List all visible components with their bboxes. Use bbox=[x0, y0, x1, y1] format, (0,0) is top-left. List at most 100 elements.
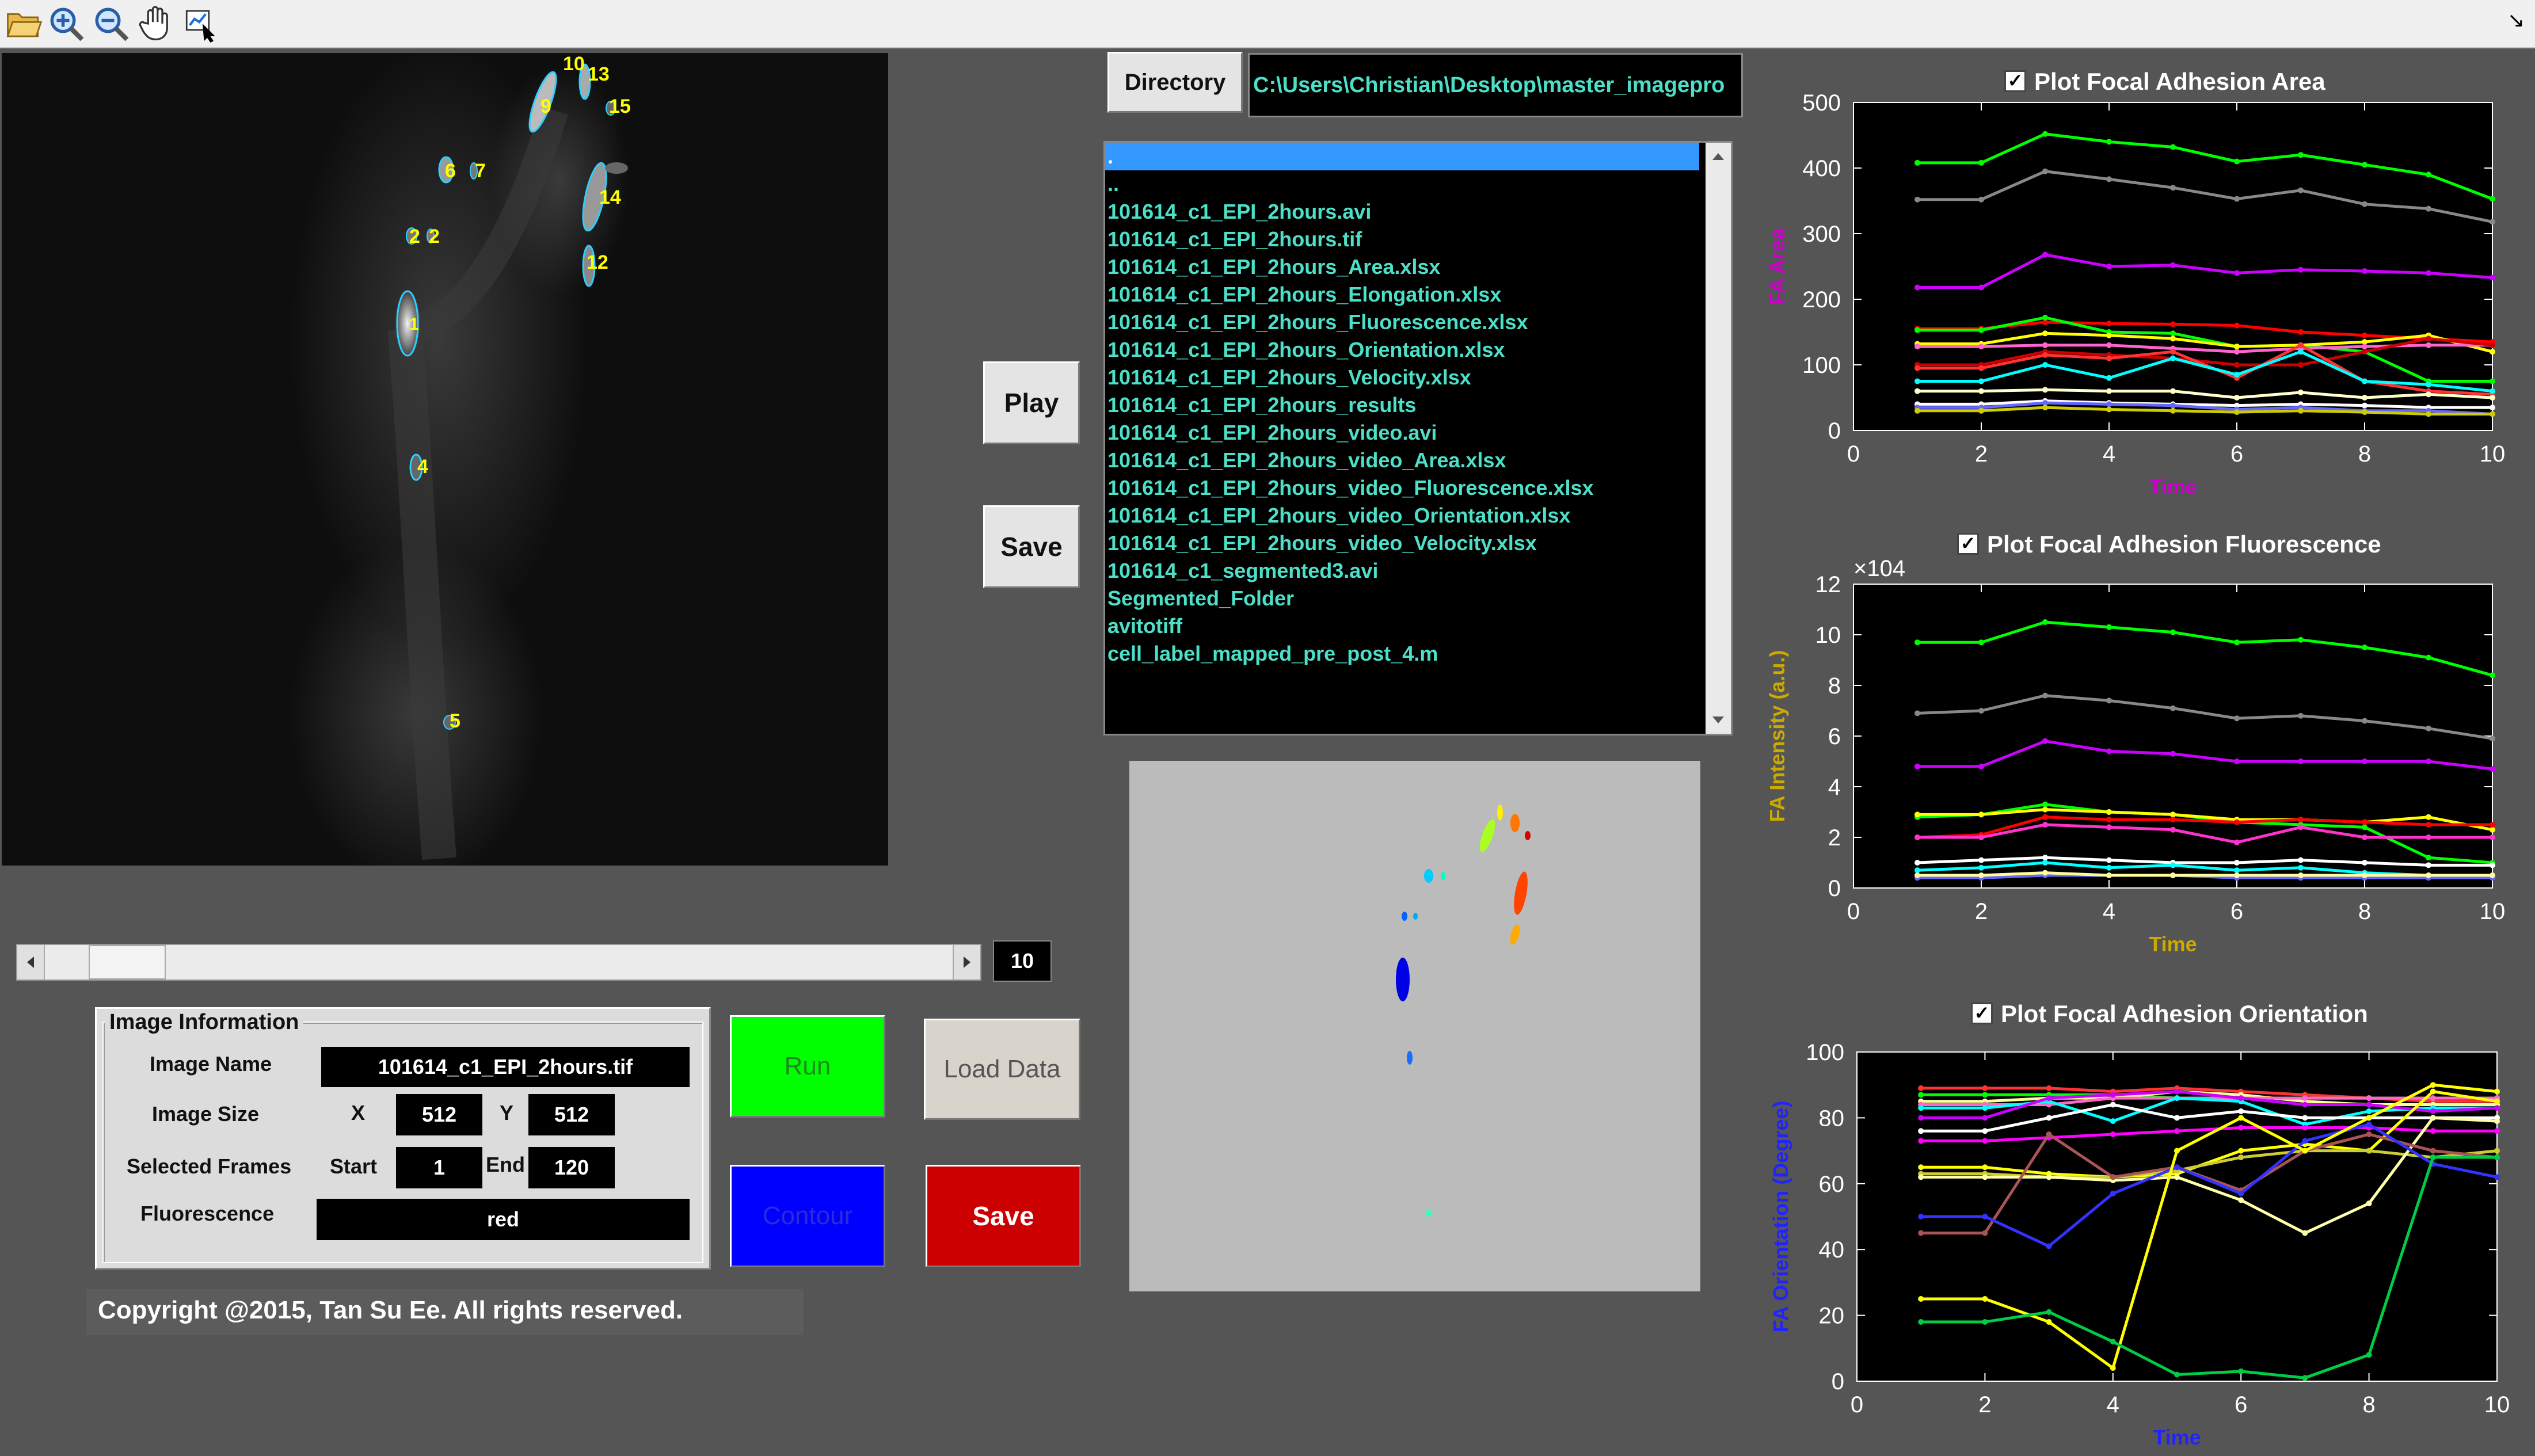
data-point bbox=[2234, 322, 2240, 329]
data-point bbox=[1918, 1319, 1924, 1325]
data-point bbox=[2366, 1121, 2372, 1127]
frame-number-field[interactable]: 10 bbox=[993, 940, 1052, 982]
data-point bbox=[2490, 405, 2495, 411]
data-point bbox=[2298, 407, 2304, 414]
directory-button[interactable]: Directory bbox=[1107, 52, 1243, 113]
contour-button[interactable]: Contour bbox=[730, 1165, 885, 1267]
data-point bbox=[2362, 402, 2367, 409]
data-point bbox=[2042, 168, 2048, 174]
data-point bbox=[2490, 862, 2495, 868]
save-video-button[interactable]: Save bbox=[983, 505, 1080, 588]
y-size-field[interactable]: 512 bbox=[528, 1094, 615, 1135]
data-point bbox=[2170, 321, 2176, 327]
file-listbox[interactable]: . .. 101614_c1_EPI_2hours.avi 101614_c1_… bbox=[1103, 141, 1733, 735]
directory-path-field[interactable]: C:\Users\Christian\Desktop\master_imagep… bbox=[1248, 53, 1743, 117]
list-item[interactable]: 101614_c1_EPI_2hours_Elongation.xlsx bbox=[1105, 281, 1731, 308]
list-item[interactable]: cell_label_mapped_pre_post_4.m bbox=[1105, 640, 1731, 668]
data-point bbox=[1918, 1164, 1924, 1171]
end-frame-field[interactable]: 120 bbox=[528, 1147, 615, 1188]
fluorescence-field[interactable]: red bbox=[317, 1199, 690, 1240]
data-point bbox=[1918, 1138, 1924, 1144]
microscopy-image: 10 13 9 15 6 7 14 2 2 12 1 4 5 bbox=[2, 53, 888, 866]
area-plot-checkbox[interactable]: ✓ bbox=[2004, 70, 2026, 92]
list-item[interactable]: 101614_c1_EPI_2hours_Area.xlsx bbox=[1105, 253, 1731, 281]
x-size-field[interactable]: 512 bbox=[396, 1094, 482, 1135]
x-label: X bbox=[351, 1101, 366, 1125]
list-item[interactable]: 101614_c1_EPI_2hours_results bbox=[1105, 391, 1731, 419]
fa-label: 7 bbox=[475, 160, 486, 182]
data-point bbox=[2490, 196, 2495, 202]
list-item[interactable]: 101614_c1_EPI_2hours_video_Velocity.xlsx bbox=[1105, 529, 1731, 557]
data-point bbox=[2234, 270, 2240, 276]
data-point bbox=[1918, 1092, 1924, 1098]
list-item[interactable]: . bbox=[1105, 143, 1699, 170]
chevron-up-icon[interactable] bbox=[1711, 151, 1725, 161]
data-point bbox=[2490, 349, 2495, 355]
fluorescence-plot-checkbox[interactable]: ✓ bbox=[1957, 532, 1979, 555]
list-item[interactable]: 101614_c1_segmented3.avi bbox=[1105, 557, 1731, 585]
list-item[interactable]: 101614_c1_EPI_2hours.tif bbox=[1105, 226, 1731, 253]
data-point bbox=[2298, 864, 2304, 871]
data-point bbox=[1914, 388, 1920, 394]
list-item[interactable]: avitotiff bbox=[1105, 612, 1731, 640]
data-point bbox=[2106, 375, 2112, 381]
data-point bbox=[2362, 344, 2367, 350]
load-data-button[interactable]: Load Data bbox=[924, 1019, 1080, 1120]
data-point bbox=[2042, 330, 2048, 337]
list-item[interactable]: 101614_c1_EPI_2hours.avi bbox=[1105, 198, 1731, 226]
data-point bbox=[2170, 811, 2176, 818]
list-item[interactable]: Segmented_Folder bbox=[1105, 585, 1731, 612]
panel-title: Image Information bbox=[105, 1010, 304, 1035]
pan-hand-icon[interactable] bbox=[137, 5, 175, 43]
slider-thumb[interactable] bbox=[89, 945, 166, 979]
fa-label: 5 bbox=[450, 710, 460, 732]
segment-blob bbox=[1525, 831, 1531, 840]
orientation-plot-checkbox[interactable]: ✓ bbox=[1971, 1002, 1993, 1024]
data-point bbox=[2170, 336, 2176, 342]
data-point bbox=[2298, 349, 2304, 355]
image-name-field[interactable]: 101614_c1_EPI_2hours.tif bbox=[321, 1047, 690, 1087]
save-results-button[interactable]: Save bbox=[926, 1165, 1081, 1267]
data-point bbox=[1918, 1230, 1924, 1236]
data-point bbox=[2298, 266, 2304, 273]
data-point bbox=[1978, 196, 1984, 203]
slider-right-arrow[interactable] bbox=[953, 945, 980, 979]
data-cursor-icon[interactable] bbox=[182, 5, 220, 43]
fa-label: 15 bbox=[609, 96, 631, 117]
fa-label: 4 bbox=[417, 456, 428, 478]
dock-arrow-icon[interactable]: ↘ bbox=[2507, 8, 2525, 32]
slider-left-arrow[interactable] bbox=[17, 945, 45, 979]
list-item[interactable]: 101614_c1_EPI_2hours_video_Fluorescence.… bbox=[1105, 474, 1731, 502]
data-point bbox=[2106, 864, 2112, 871]
list-item[interactable]: .. bbox=[1105, 170, 1731, 198]
run-button[interactable]: Run bbox=[730, 1015, 885, 1118]
data-point bbox=[2366, 1115, 2372, 1121]
data-point bbox=[2110, 1131, 2116, 1137]
data-point bbox=[2106, 332, 2112, 338]
y-tick-label: 300 bbox=[1802, 222, 1841, 247]
list-item[interactable]: 101614_c1_EPI_2hours_Fluorescence.xlsx bbox=[1105, 308, 1731, 336]
data-point bbox=[2362, 834, 2367, 840]
zoom-out-icon[interactable] bbox=[92, 5, 130, 43]
list-item[interactable]: 101614_c1_EPI_2hours_video_Orientation.x… bbox=[1105, 502, 1731, 529]
list-item[interactable]: 101614_c1_EPI_2hours_Velocity.xlsx bbox=[1105, 364, 1731, 391]
data-point bbox=[2106, 624, 2112, 630]
start-frame-field[interactable]: 1 bbox=[396, 1147, 482, 1188]
data-point bbox=[2106, 748, 2112, 754]
list-item[interactable]: 101614_c1_EPI_2hours_video_Area.xlsx bbox=[1105, 447, 1731, 474]
data-point bbox=[2042, 801, 2048, 807]
list-item[interactable]: 101614_c1_EPI_2hours_Orientation.xlsx bbox=[1105, 336, 1731, 364]
chevron-down-icon[interactable] bbox=[1711, 715, 1725, 726]
play-button[interactable]: Play bbox=[983, 361, 1080, 444]
data-point bbox=[2490, 219, 2495, 225]
list-item[interactable]: 101614_c1_EPI_2hours_video.avi bbox=[1105, 419, 1731, 447]
y-tick-label: 2 bbox=[1828, 825, 1841, 851]
data-point bbox=[1978, 639, 1984, 646]
vertical-scrollbar[interactable] bbox=[1706, 143, 1731, 734]
zoom-in-icon[interactable] bbox=[47, 5, 85, 43]
open-folder-icon[interactable] bbox=[5, 5, 43, 43]
x-tick-label: 4 bbox=[2103, 899, 2115, 924]
x-axis-label: Time bbox=[2149, 932, 2197, 956]
frame-slider[interactable] bbox=[16, 944, 981, 981]
data-point bbox=[2234, 196, 2240, 202]
